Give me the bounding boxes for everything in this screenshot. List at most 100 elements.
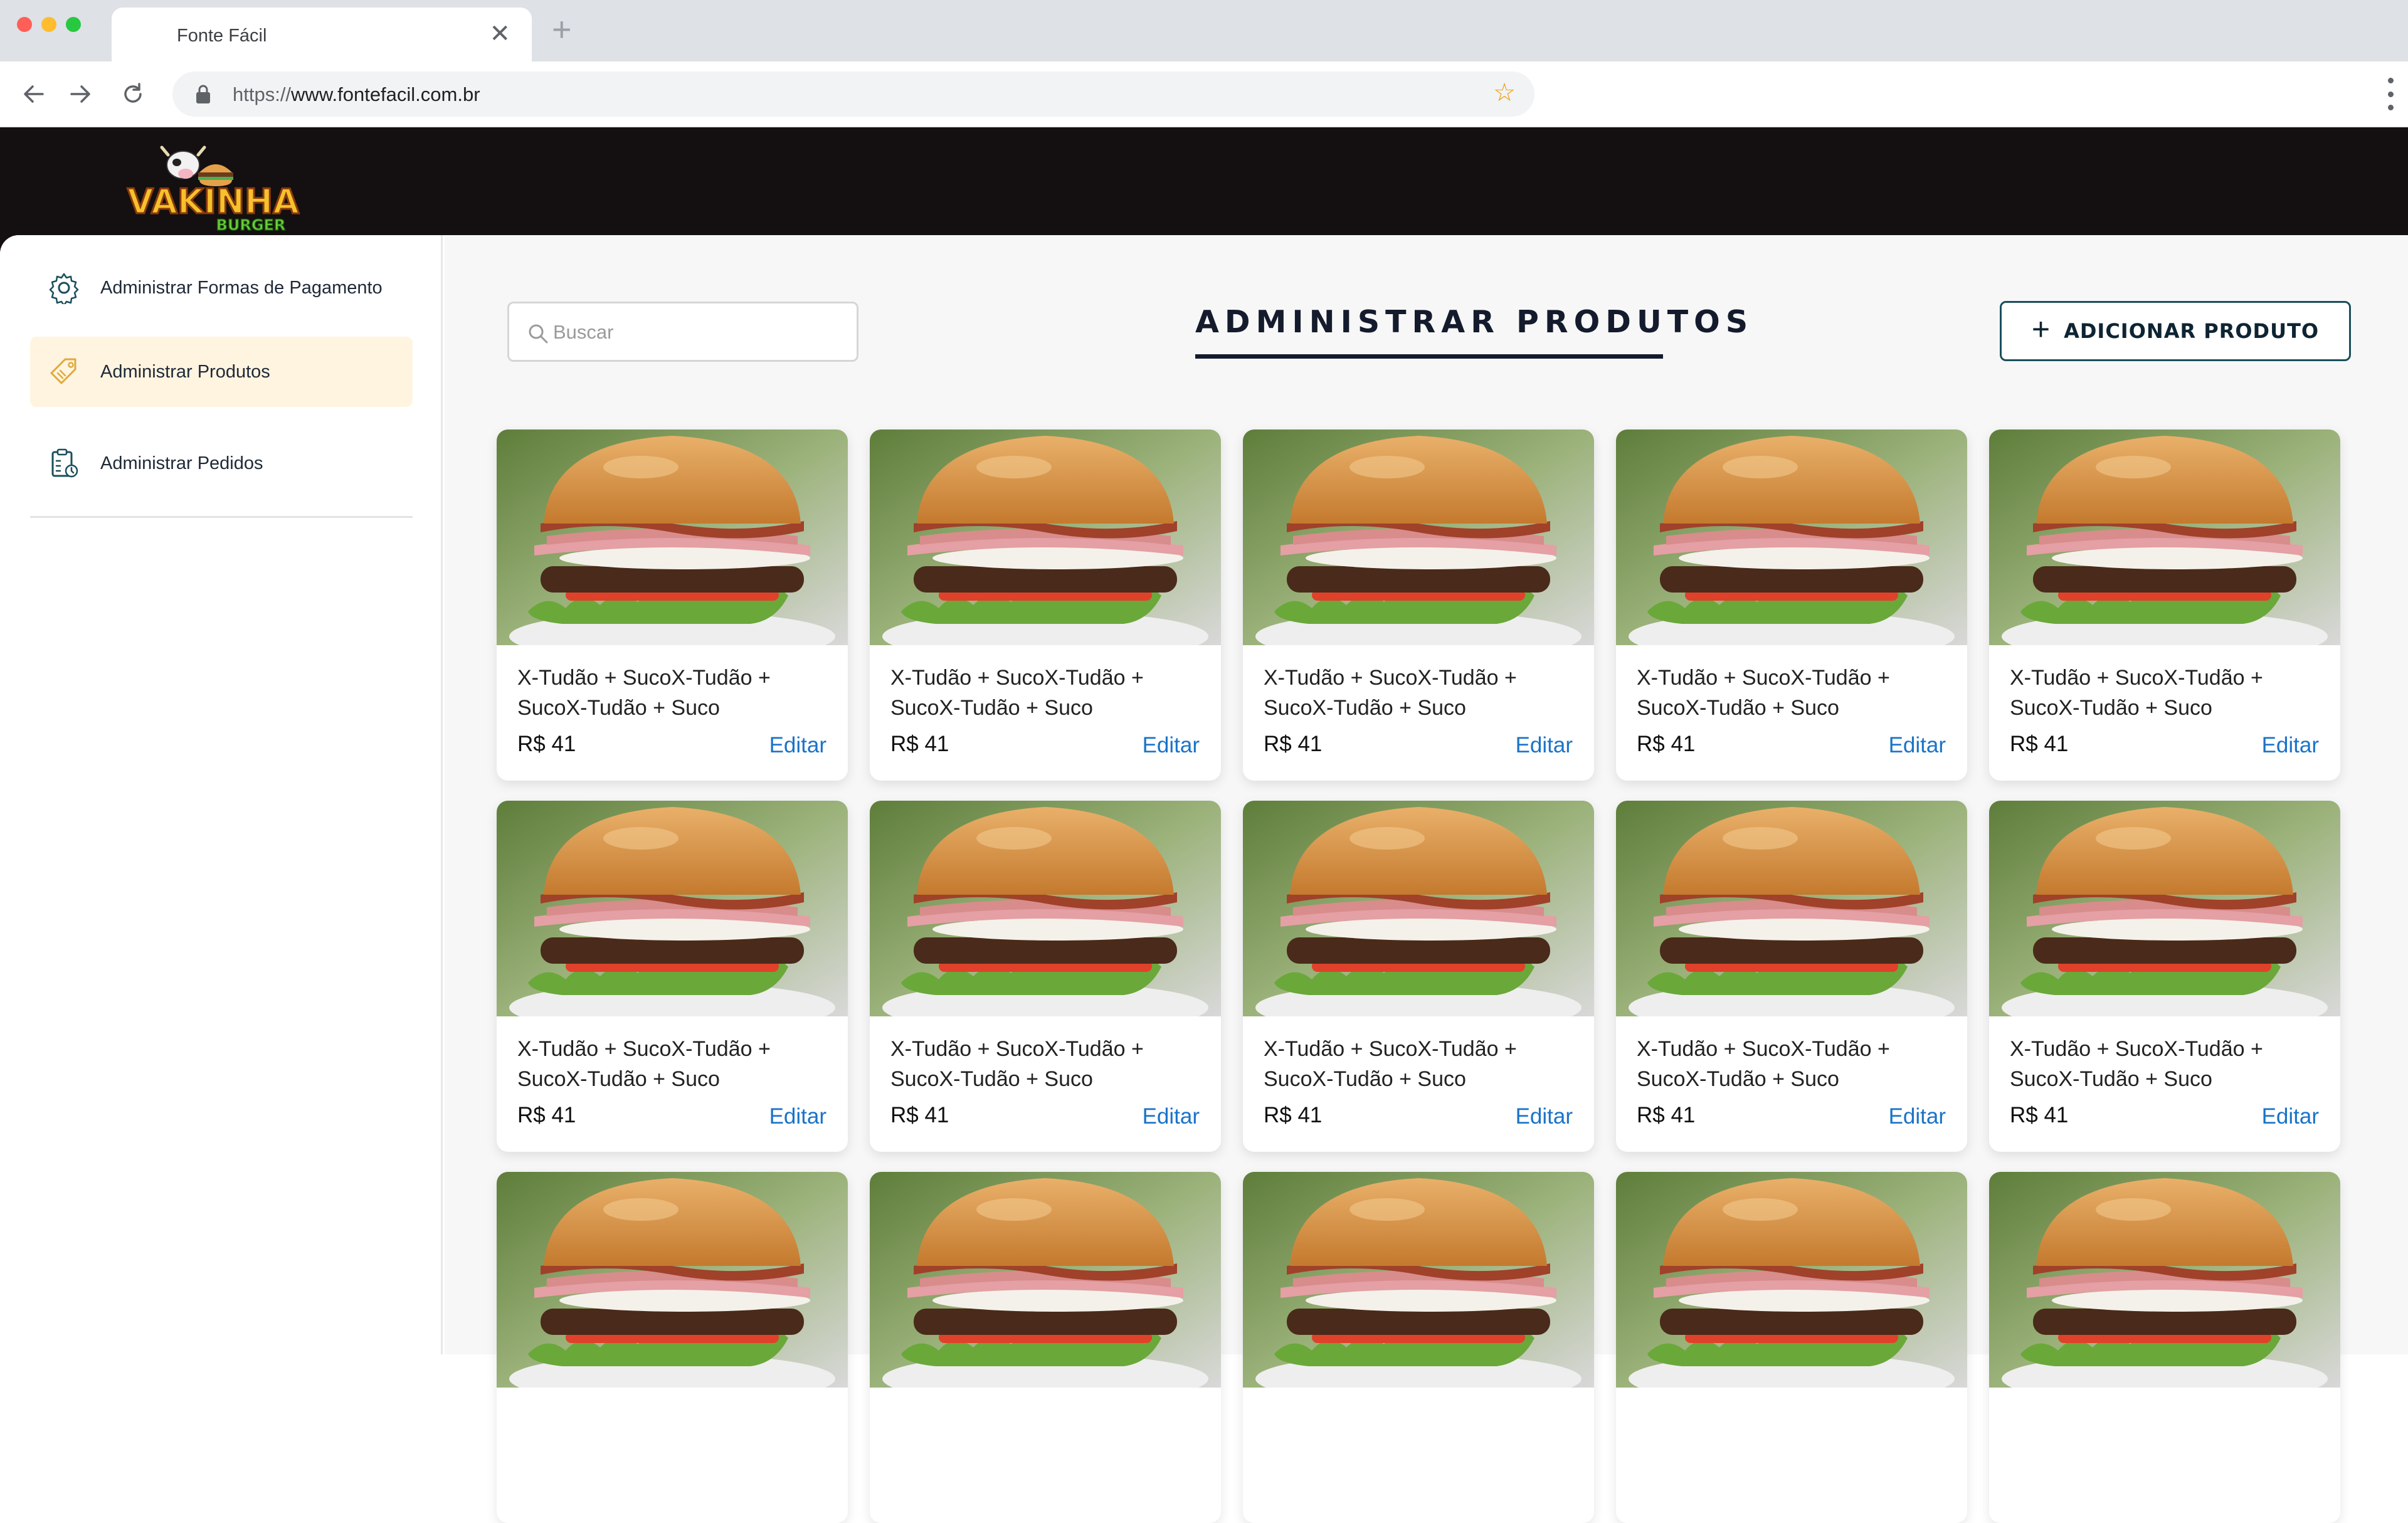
logo-text: VAKINHA [127,182,299,221]
forward-icon[interactable] [63,76,98,112]
sidebar-item-produtos[interactable]: Administrar Produtos [30,337,413,407]
clipboard-icon [51,448,78,478]
product-price: R$ 41 [517,732,576,756]
product-card[interactable] [870,1172,1221,1523]
browser-toolbar: https://www.fontefacil.com.br ☆ [0,61,2408,127]
product-card[interactable]: X-Tudão + SucoX-Tudão + SucoX-Tudão + Su… [870,429,1221,781]
product-name: X-Tudão + SucoX-Tudão + SucoX-Tudão + Su… [1637,666,1890,720]
sidebar-item-label: Administrar Pedidos [100,453,263,473]
page-title: ADMINISTRAR PRODUTOS [1195,304,1754,340]
product-card[interactable]: X-Tudão + SucoX-Tudão + SucoX-Tudão + Su… [1616,429,1967,781]
edit-link[interactable]: Editar [2262,733,2319,758]
vakinha-burger-logo: VAKINHA BURGER [126,145,300,235]
title-underline [1195,354,1663,359]
plus-icon: + [2031,312,2051,347]
product-card[interactable]: X-Tudão + SucoX-Tudão + SucoX-Tudão + Su… [1243,429,1594,781]
app-header: VAKINHA BURGER [0,127,2408,253]
product-card[interactable]: X-Tudão + SucoX-Tudão + SucoX-Tudão + Su… [1989,801,2340,1152]
product-name: X-Tudão + SucoX-Tudão + SucoX-Tudão + Su… [2010,666,2263,720]
product-card[interactable]: X-Tudão + SucoX-Tudão + SucoX-Tudão + Su… [497,429,848,781]
product-image [1989,429,2340,645]
url-text: https://www.fontefacil.com.br [233,83,480,105]
product-name: X-Tudão + SucoX-Tudão + SucoX-Tudão + Su… [1264,1037,1517,1091]
product-image [870,1172,1221,1388]
product-image [1616,429,1967,645]
product-image [1989,801,2340,1016]
sidebar-item-label: Administrar Formas de Pagamento [100,277,383,298]
product-image [870,429,1221,645]
app-body: Administrar Formas de Pagamento Administ… [0,235,2408,1523]
add-product-button[interactable]: + ADICIONAR PRODUTO [2000,301,2351,361]
product-price: R$ 41 [2010,732,2069,756]
product-card[interactable]: X-Tudão + SucoX-Tudão + SucoX-Tudão + Su… [870,801,1221,1152]
product-name: X-Tudão + SucoX-Tudão + SucoX-Tudão + Su… [1264,666,1517,720]
product-card[interactable]: X-Tudão + SucoX-Tudão + SucoX-Tudão + Su… [1243,801,1594,1152]
address-bar[interactable]: https://www.fontefacil.com.br ☆ [172,71,1534,117]
product-name: X-Tudão + SucoX-Tudão + SucoX-Tudão + Su… [2010,1037,2263,1091]
product-card[interactable]: X-Tudão + SucoX-Tudão + SucoX-Tudão + Su… [1989,429,2340,781]
product-image [1989,1172,2340,1388]
window-close-button[interactable] [17,17,32,32]
sidebar-divider [30,516,413,518]
gear-icon [49,273,79,304]
browser-titlebar: Fonte Fácil ✕ + [0,0,2408,61]
product-price: R$ 41 [1637,1103,1696,1127]
edit-link[interactable]: Editar [1889,733,1946,758]
product-card[interactable]: X-Tudão + SucoX-Tudão + SucoX-Tudão + Su… [497,801,848,1152]
search-input[interactable] [553,315,842,350]
edit-link[interactable]: Editar [769,1104,826,1129]
browser-tab[interactable]: Fonte Fácil ✕ [112,8,532,61]
product-price: R$ 41 [1637,732,1696,756]
logo-subtext: BURGER [216,216,286,234]
tab-title: Fonte Fácil [177,26,267,46]
product-card[interactable] [1989,1172,2340,1523]
product-image [1616,1172,1967,1388]
product-name: X-Tudão + SucoX-Tudão + SucoX-Tudão + Su… [890,666,1144,720]
sidebar-item-pedidos[interactable]: Administrar Pedidos [30,428,413,498]
product-name: X-Tudão + SucoX-Tudão + SucoX-Tudão + Su… [517,1037,771,1091]
product-price: R$ 41 [517,1103,576,1127]
product-name: X-Tudão + SucoX-Tudão + SucoX-Tudão + Su… [1637,1037,1890,1091]
product-price: R$ 41 [890,732,949,756]
product-image [1243,1172,1594,1388]
edit-link[interactable]: Editar [1516,733,1573,758]
add-product-label: ADICIONAR PRODUTO [2064,319,2320,343]
window-maximize-button[interactable] [66,17,81,32]
product-card[interactable] [497,1172,848,1523]
search-icon [529,324,548,344]
product-price: R$ 41 [1264,1103,1323,1127]
edit-link[interactable]: Editar [1143,733,1200,758]
product-card[interactable] [1243,1172,1594,1523]
product-image [497,801,848,1016]
close-icon[interactable]: ✕ [489,21,510,46]
search-box[interactable] [507,302,858,362]
product-image [497,429,848,645]
edit-link[interactable]: Editar [1889,1104,1946,1129]
product-price: R$ 41 [890,1103,949,1127]
edit-link[interactable]: Editar [769,733,826,758]
sidebar-item-formas-de-pagamento[interactable]: Administrar Formas de Pagamento [30,253,413,323]
edit-link[interactable]: Editar [2262,1104,2319,1129]
product-image [1243,429,1594,645]
star-icon[interactable]: ☆ [1493,80,1516,105]
menu-icon[interactable] [2385,78,2395,110]
window-minimize-button[interactable] [41,17,56,32]
tag-icon [50,358,77,384]
product-name: X-Tudão + SucoX-Tudão + SucoX-Tudão + Su… [517,666,771,720]
product-image [497,1172,848,1388]
back-icon[interactable] [16,76,51,112]
product-price: R$ 41 [1264,732,1323,756]
product-card[interactable] [1616,1172,1967,1523]
edit-link[interactable]: Editar [1143,1104,1200,1129]
product-image [1243,801,1594,1016]
product-price: R$ 41 [2010,1103,2069,1127]
edit-link[interactable]: Editar [1516,1104,1573,1129]
product-name: X-Tudão + SucoX-Tudão + SucoX-Tudão + Su… [890,1037,1144,1091]
new-tab-icon[interactable]: + [552,13,572,46]
sidebar-item-label: Administrar Produtos [100,361,270,382]
product-card[interactable]: X-Tudão + SucoX-Tudão + SucoX-Tudão + Su… [1616,801,1967,1152]
product-image [870,801,1221,1016]
lock-icon [196,85,210,103]
reload-icon[interactable] [115,76,150,112]
product-image [1616,801,1967,1016]
